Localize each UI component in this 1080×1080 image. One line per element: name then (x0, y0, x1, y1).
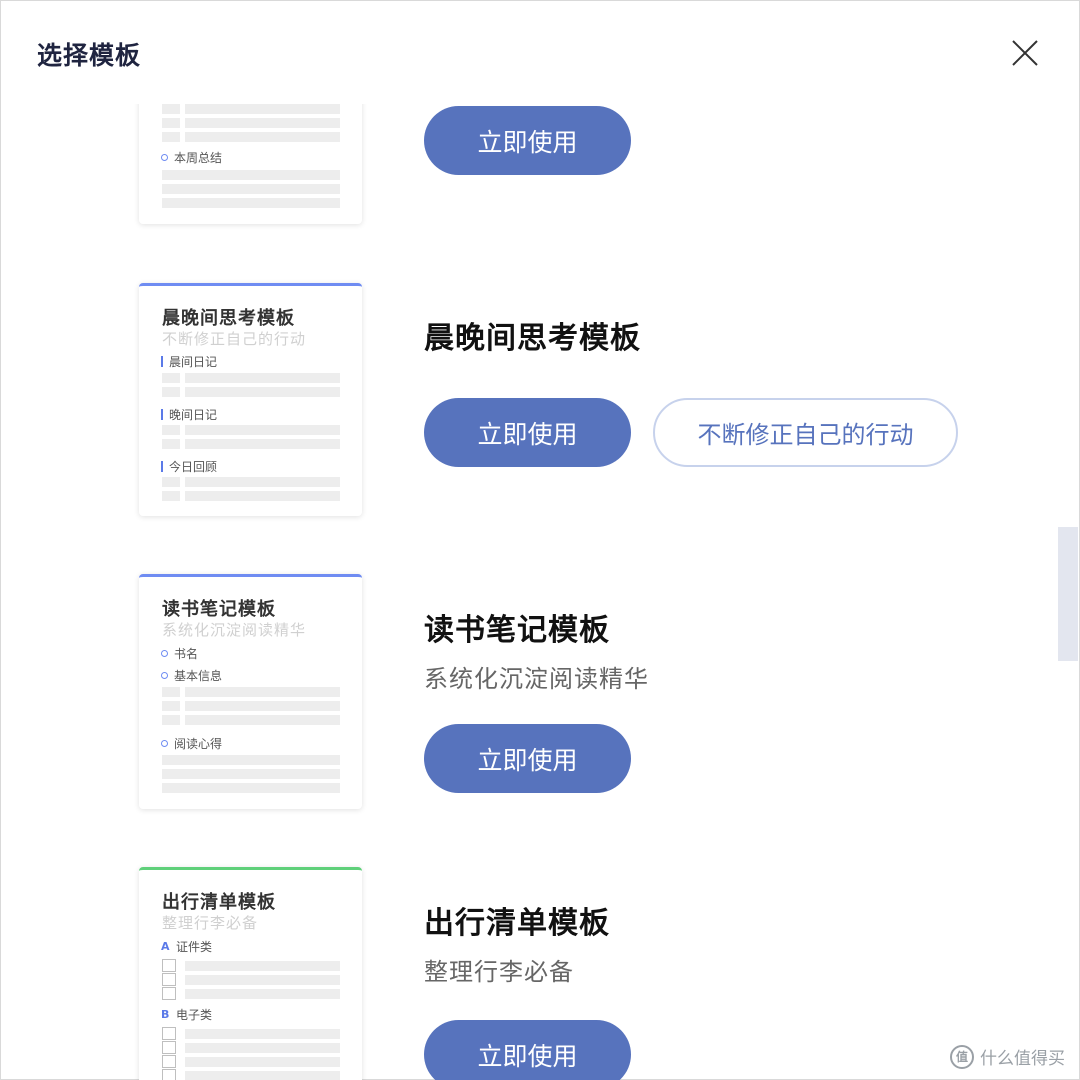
preview-line (162, 118, 340, 128)
preview-title: 出行清单模板 (162, 892, 276, 913)
preview-subtitle: 系统化沉淀阅读精华 (162, 621, 307, 639)
preview-subtitle: 整理行李必备 (162, 914, 259, 932)
preview-section-label: 电子类 (176, 1008, 213, 1022)
preview-line (162, 687, 340, 697)
template-preview-card[interactable]: 读书笔记模板 系统化沉淀阅读精华 书名 基本信息 阅读心得 (139, 574, 362, 809)
preview-line (162, 387, 340, 397)
preview-section-label: 晚间日记 (169, 408, 218, 422)
checklist-line (162, 1069, 340, 1080)
circle-bullet-icon (161, 154, 168, 161)
preview-section: 晚间日记 (161, 406, 217, 423)
scrollbar-thumb[interactable] (1058, 527, 1078, 661)
section-letter: B (161, 1008, 170, 1021)
section-bar-icon (161, 461, 163, 472)
preview-section: B 电子类 (161, 1006, 212, 1023)
preview-line (162, 184, 340, 194)
preview-section-label: 今日回顾 (169, 460, 218, 474)
template-tag-button[interactable]: 不断修正自己的行动 (653, 398, 958, 467)
use-template-button[interactable]: 立即使用 (424, 106, 631, 175)
preview-line (162, 701, 340, 711)
template-name: 出行清单模板 (424, 906, 610, 941)
template-list[interactable]: 本周总结 立即使用 晨晚间思考模板 不断修正自己的行动 晨间日记 晚间日记 今日… (0, 104, 1080, 1080)
section-bar-icon (161, 409, 163, 420)
preview-line (162, 769, 340, 779)
section-letter: A (161, 940, 170, 953)
circle-bullet-icon (161, 650, 168, 657)
preview-section-label: 基本信息 (174, 669, 223, 683)
template-preview-card[interactable]: 本周总结 (139, 104, 362, 224)
template-name: 读书笔记模板 (424, 613, 610, 648)
use-template-button[interactable]: 立即使用 (424, 398, 631, 467)
use-template-button[interactable]: 立即使用 (424, 724, 631, 793)
preview-section: 基本信息 (161, 667, 222, 684)
preview-line (162, 439, 340, 449)
checklist-line (162, 1027, 340, 1040)
checklist-line (162, 959, 340, 972)
preview-line (162, 491, 340, 501)
preview-line (162, 373, 340, 383)
dialog-title: 选择模板 (37, 41, 142, 70)
preview-section: 阅读心得 (161, 735, 222, 752)
preview-title: 晨晚间思考模板 (162, 308, 295, 329)
template-description: 整理行李必备 (424, 958, 574, 986)
preview-section-label: 证件类 (176, 940, 213, 954)
preview-line (162, 198, 340, 208)
preview-section-label: 书名 (174, 647, 199, 661)
circle-bullet-icon (161, 740, 168, 747)
preview-line (162, 104, 340, 114)
preview-section: A 证件类 (161, 938, 212, 955)
section-bar-icon (161, 356, 163, 367)
preview-line (162, 477, 340, 487)
preview-line (162, 755, 340, 765)
close-icon[interactable] (1006, 34, 1044, 72)
preview-line (162, 425, 340, 435)
template-description: 系统化沉淀阅读精华 (424, 665, 649, 693)
template-preview-card[interactable]: 晨晚间思考模板 不断修正自己的行动 晨间日记 晚间日记 今日回顾 (139, 283, 362, 516)
use-template-button[interactable]: 立即使用 (424, 1020, 631, 1080)
watermark: 值 什么值得买 (950, 1044, 1065, 1069)
smzdm-logo-icon: 值 (950, 1044, 974, 1069)
watermark-text: 什么值得买 (980, 1049, 1065, 1069)
preview-line (162, 715, 340, 725)
preview-title: 读书笔记模板 (162, 599, 276, 620)
checklist-line (162, 1041, 340, 1054)
preview-section: 本周总结 (161, 149, 222, 166)
circle-bullet-icon (161, 672, 168, 679)
preview-line (162, 132, 340, 142)
preview-section: 书名 (161, 645, 198, 662)
preview-section-label: 本周总结 (174, 151, 223, 165)
preview-line (162, 783, 340, 793)
checklist-line (162, 1055, 340, 1068)
template-name: 晨晚间思考模板 (424, 321, 641, 356)
checklist-line (162, 973, 340, 986)
preview-line (162, 170, 340, 180)
preview-subtitle: 不断修正自己的行动 (162, 330, 307, 348)
checklist-line (162, 987, 340, 1000)
template-preview-card[interactable]: 出行清单模板 整理行李必备 A 证件类 B 电子类 (139, 867, 362, 1080)
preview-section: 晨间日记 (161, 353, 217, 370)
preview-section-label: 阅读心得 (174, 737, 223, 751)
preview-section-label: 晨间日记 (169, 355, 218, 369)
preview-section: 今日回顾 (161, 458, 217, 475)
